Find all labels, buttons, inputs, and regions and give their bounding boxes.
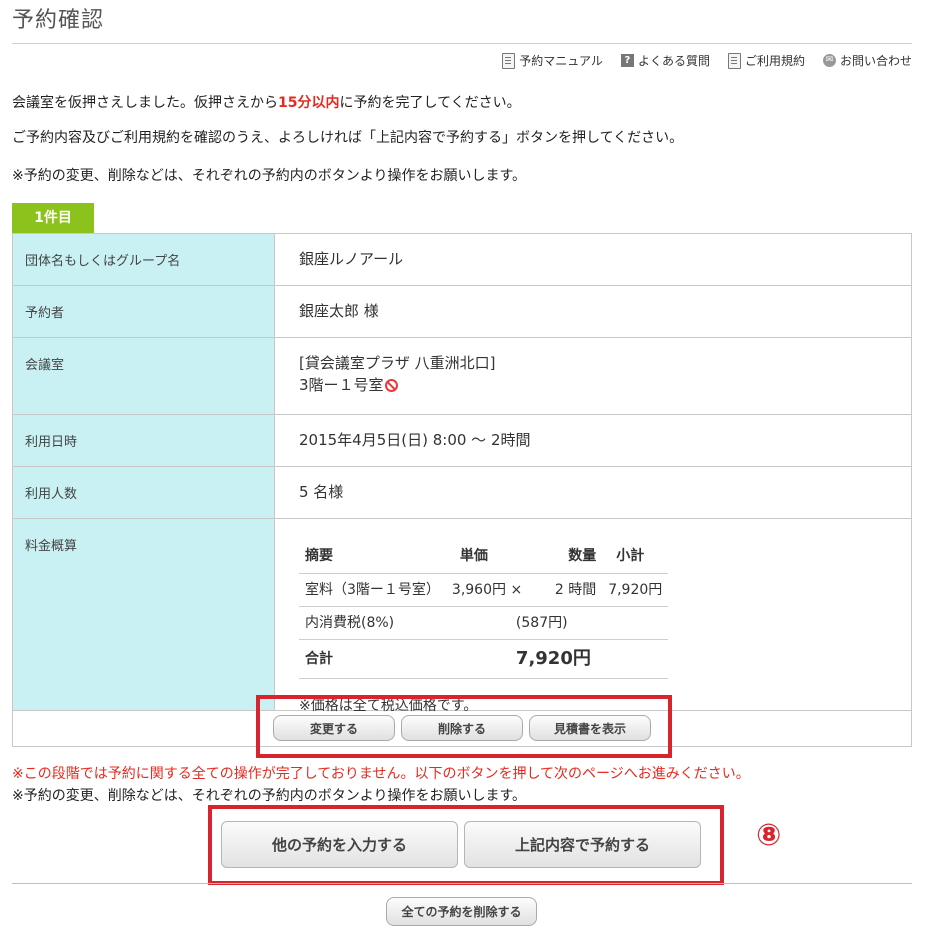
help-link-contact[interactable]: ✉ お問い合わせ xyxy=(822,52,912,69)
bottom-divider xyxy=(12,883,912,884)
room-label: 会議室 xyxy=(13,338,275,414)
no-smoking-icon xyxy=(384,379,398,392)
highlight-box-booking-actions xyxy=(256,695,672,758)
delete-all-bookings-button[interactable]: 全ての予約を削除する xyxy=(386,897,537,926)
datetime-value: 2015年4月5日(日) 8:00 ～ 2時間 xyxy=(299,431,531,449)
highlight-box-submit xyxy=(208,805,724,885)
times-sign: × xyxy=(510,582,523,598)
booking-details-table: 団体名もしくはグループ名 銀座ルノアール 予約者 銀座太郎 様 会議室 [貸会議… xyxy=(12,233,912,747)
help-link-manual[interactable]: 予約マニュアル xyxy=(502,52,603,69)
document-icon xyxy=(502,52,516,69)
fee-row-total: 合計 7,920円 xyxy=(299,639,669,679)
fee-row-room: 室料（3階ー１号室） 3,960円 × 2 時間 7,920円 xyxy=(299,573,669,607)
booker-label: 予約者 xyxy=(13,286,275,337)
mail-icon: ✉ xyxy=(822,54,836,67)
fee-room-unit: 3,960円 xyxy=(451,582,507,598)
step-marker: ⑧ xyxy=(756,818,782,853)
hold-message-text: 会議室を仮押さえしました。仮押さえから xyxy=(12,95,278,111)
datetime-label: 利用日時 xyxy=(13,415,275,466)
help-link-label: ご利用規約 xyxy=(744,54,805,68)
help-links: 予約マニュアル ? よくある質問 ご利用規約 ✉ お問い合わせ xyxy=(502,52,912,69)
help-link-terms[interactable]: ご利用規約 xyxy=(727,52,805,69)
fee-header-qty: 数量 xyxy=(568,548,597,564)
help-link-label: お問い合わせ xyxy=(839,54,912,68)
fee-tax-item: 内消費税(8%) xyxy=(299,606,446,640)
fee-value: 摘要 単価 数量 小計 室料（3階ー１号室） 3,960円 × 2 時間 7,9… xyxy=(275,519,911,714)
fee-label: 料金概算 xyxy=(13,519,275,710)
fee-room-item: 室料（3階ー１号室） xyxy=(299,573,446,607)
document-icon xyxy=(727,52,741,69)
fee-row-tax: 内消費税(8%) (587円) xyxy=(299,606,669,640)
fee-header-subtotal: 小計 xyxy=(616,548,645,564)
hold-message-text: に予約を完了してください。 xyxy=(339,95,521,111)
table-row: 予約者 銀座太郎 様 xyxy=(13,286,911,338)
table-row: 会議室 [貸会議室プラザ 八重洲北口] 3階ー１号室 xyxy=(13,338,911,415)
fee-room-subtotal: 7,920円 xyxy=(602,573,669,607)
table-row: 団体名もしくはグループ名 銀座ルノアール xyxy=(13,234,911,286)
fee-total-label: 合計 xyxy=(299,639,446,679)
fee-header-item: 摘要 xyxy=(305,548,333,564)
fee-tax-value: (587円) xyxy=(445,606,669,640)
fee-header-row: 摘要 単価 数量 小計 xyxy=(299,539,668,574)
booking-number-tab: 1件目 xyxy=(12,203,94,233)
modify-note-bottom: ※予約の変更、削除などは、それぞれの予約内のボタンより操作をお願いします。 xyxy=(12,788,527,804)
people-label: 利用人数 xyxy=(13,467,275,518)
confirm-instruction: ご予約内容及びご利用規約を確認のうえ、よろしければ「上記内容で予約する」ボタンを… xyxy=(12,130,684,146)
room-name-line: 3階ー１号室 xyxy=(299,374,887,396)
people-value: 5 名様 xyxy=(299,483,344,501)
fee-header-unit: 単価 xyxy=(459,548,488,564)
question-icon: ? xyxy=(620,54,634,67)
help-link-label: よくある質問 xyxy=(637,54,710,68)
help-link-label: 予約マニュアル xyxy=(519,54,603,68)
booker-value: 銀座太郎 様 xyxy=(299,302,379,320)
fee-room-qty: 2 時間 xyxy=(528,573,603,607)
group-name-label: 団体名もしくはグループ名 xyxy=(13,234,275,285)
help-link-faq[interactable]: ? よくある質問 xyxy=(620,52,710,69)
modify-note: ※予約の変更、削除などは、それぞれの予約内のボタンより操作をお願いします。 xyxy=(12,168,527,184)
group-name-value: 銀座ルノアール xyxy=(299,250,404,268)
table-row: 料金概算 摘要 単価 数量 小計 室料（3階ー１号室） 3,960円 × 2 時… xyxy=(13,519,911,714)
fee-breakdown-table: 摘要 単価 数量 小計 室料（3階ー１号室） 3,960円 × 2 時間 7,9… xyxy=(299,539,669,679)
hold-message: 会議室を仮押さえしました。仮押さえから15分以内に予約を完了してください。 xyxy=(12,92,521,112)
room-venue: [貸会議室プラザ 八重洲北口] xyxy=(299,354,496,372)
time-limit-emphasis: 15分以内 xyxy=(278,95,340,111)
incomplete-warning: ※この段階では予約に関する全ての操作が完了しておりません。以下のボタンを押して次… xyxy=(12,766,750,782)
fee-total-value: 7,920円 xyxy=(445,639,669,679)
table-row: 利用日時 2015年4月5日(日) 8:00 ～ 2時間 xyxy=(13,415,911,467)
title-divider xyxy=(12,43,912,44)
fee-room-unit-cell: 3,960円 × xyxy=(445,573,529,607)
table-row: 利用人数 5 名様 xyxy=(13,467,911,519)
page-title: 予約確認 xyxy=(12,8,105,33)
room-name: 3階ー１号室 xyxy=(299,376,384,394)
room-value: [貸会議室プラザ 八重洲北口] 3階ー１号室 xyxy=(275,338,911,414)
